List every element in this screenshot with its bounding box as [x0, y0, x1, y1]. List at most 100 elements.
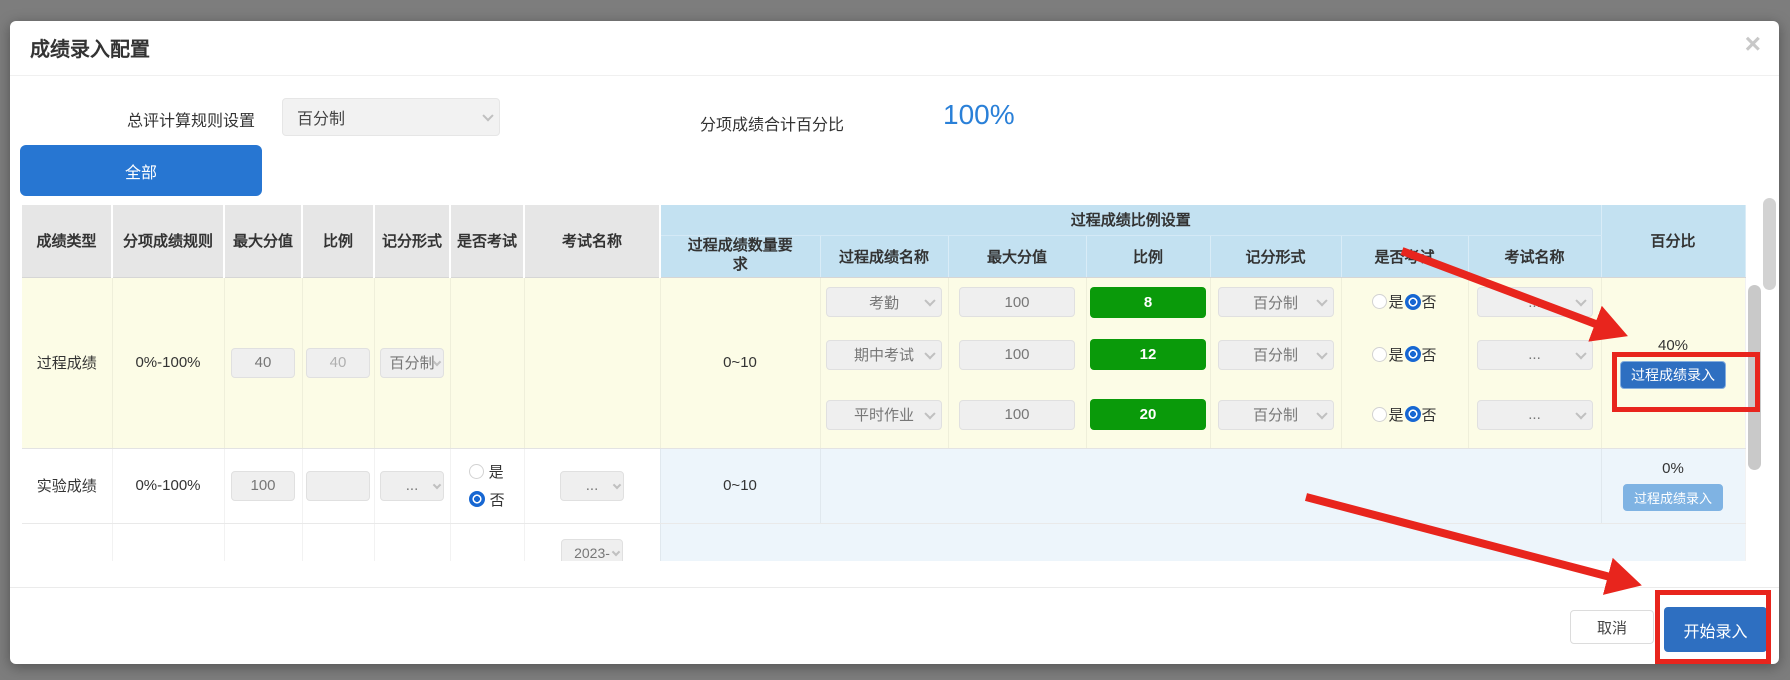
- process-grade-entry-button[interactable]: 过程成绩录入: [1623, 484, 1723, 511]
- chevron-down-icon: [1316, 348, 1327, 359]
- process-ratio-value[interactable]: 12: [1090, 339, 1206, 370]
- process-name-select[interactable]: 期中考试: [826, 340, 942, 370]
- process-max-input-wrap: [959, 400, 1075, 430]
- close-icon[interactable]: ×: [1745, 27, 1761, 61]
- grade-entry-config-dialog: 成绩录入配置 × 总评计算规则设置 百分制 分项成绩合计百分比 100% 全部 …: [10, 21, 1779, 664]
- process-name-select[interactable]: 平时作业: [826, 400, 942, 430]
- max-score-input[interactable]: [232, 354, 294, 371]
- process-grade-entry-button[interactable]: 过程成绩录入: [1620, 361, 1726, 389]
- chevron-down-icon: [924, 295, 935, 306]
- cancel-button[interactable]: 取消: [1570, 610, 1654, 644]
- process-exam-select[interactable]: ...: [1477, 400, 1593, 430]
- chevron-down-icon: [924, 408, 935, 419]
- process-max-input[interactable]: [960, 294, 1074, 311]
- radio-yes[interactable]: [469, 464, 484, 479]
- cell-process-is-exam: 是否: [1341, 327, 1468, 382]
- cell-process-name: 平时作业: [820, 382, 948, 448]
- percent-value: 0%: [1662, 460, 1684, 477]
- exam-name-select[interactable]: ...: [560, 471, 624, 501]
- header-percent: 百分比: [1601, 205, 1745, 277]
- cell-process-exam-name: ...: [1468, 382, 1601, 448]
- cell-score-form: ...: [374, 448, 450, 523]
- rule-setting-label: 总评计算规则设置: [127, 107, 255, 131]
- header-max-score: 最大分值: [224, 205, 302, 277]
- radio-yes[interactable]: [1372, 294, 1387, 309]
- header-ratio: 比例: [302, 205, 374, 277]
- chevron-down-icon: [1575, 348, 1586, 359]
- chevron-down-icon: [433, 480, 441, 488]
- cell-max-score: [224, 277, 302, 448]
- header-exam-name: 考试名称: [524, 205, 660, 277]
- dialog-title: 成绩录入配置: [30, 33, 150, 62]
- chevron-down-icon: [1575, 295, 1586, 306]
- cell-ratio: [302, 277, 374, 448]
- ratio-input[interactable]: [307, 477, 369, 494]
- process-name-select[interactable]: 考勤: [826, 287, 942, 317]
- header-process-ratio-group: 过程成绩比例设置: [660, 205, 1601, 235]
- exam-name-select[interactable]: 2023-: [561, 539, 623, 561]
- subheader-ratio: 比例: [1086, 235, 1210, 277]
- cell-process-exam-name: ...: [1468, 327, 1601, 382]
- cell-ratio: [302, 448, 374, 523]
- cell-max-score: [224, 448, 302, 523]
- cell-process-is-exam: 是否: [1341, 277, 1468, 327]
- cell-process-form: 百分制: [1210, 382, 1341, 448]
- start-entry-button[interactable]: 开始录入: [1664, 607, 1767, 652]
- radio-yes[interactable]: [1372, 407, 1387, 422]
- cell-process-max: [948, 382, 1086, 448]
- cell-grade-type: 过程成绩: [22, 277, 112, 448]
- chevron-down-icon: [1316, 408, 1327, 419]
- table-scrollbar-thumb[interactable]: [1748, 285, 1761, 470]
- sum-percent-label: 分项成绩合计百分比: [700, 111, 844, 135]
- dialog-scrollbar-thumb[interactable]: [1763, 198, 1776, 290]
- max-score-input-wrap: [231, 471, 295, 501]
- cell-process-form: 百分制: [1210, 327, 1341, 382]
- ratio-input[interactable]: [307, 354, 369, 371]
- cell-process-form: 百分制: [1210, 277, 1341, 327]
- subheader-exam-name: 考试名称: [1468, 235, 1601, 277]
- cell-process-ratio: 12: [1086, 327, 1210, 382]
- max-score-input[interactable]: [232, 477, 294, 494]
- cell-quantity: 0~10: [660, 448, 820, 523]
- header-is-exam: 是否考试: [450, 205, 524, 277]
- chevron-down-icon: [924, 348, 935, 359]
- rule-select[interactable]: 百分制: [282, 98, 500, 136]
- cell-process-exam-name: ...: [1468, 277, 1601, 327]
- radio-no-checked[interactable]: [1405, 406, 1421, 422]
- cell-is-exam-empty: [450, 277, 524, 448]
- subheader-score-form: 记分形式: [1210, 235, 1341, 277]
- score-form-select[interactable]: ...: [380, 471, 444, 501]
- cell-process-name: 考勤: [820, 277, 948, 327]
- cell-quantity: 0~10: [660, 277, 820, 448]
- ratio-input-wrap: [306, 471, 370, 501]
- process-ratio-value[interactable]: 8: [1090, 287, 1206, 318]
- score-form-select[interactable]: 百分制: [380, 348, 444, 378]
- cell-score-form: 百分制: [374, 277, 450, 448]
- all-tab-button[interactable]: 全部: [20, 145, 262, 196]
- cell-process-area-empty: [820, 448, 1601, 523]
- header-grade-type: 成绩类型: [22, 205, 112, 277]
- cell-process-max: [948, 277, 1086, 327]
- process-exam-select[interactable]: ...: [1477, 287, 1593, 317]
- process-form-select[interactable]: 百分制: [1218, 400, 1334, 430]
- rule-select-value: 百分制: [297, 105, 345, 129]
- header-score-form: 记分形式: [374, 205, 450, 277]
- grade-config-table: 成绩类型 分项成绩规则 最大分值 比例 记分形式 是否考试 考试名称 过程成绩比…: [22, 205, 1746, 561]
- cell-percent: 0% 过程成绩录入: [1601, 448, 1745, 523]
- subheader-max-score: 最大分值: [948, 235, 1086, 277]
- process-max-input[interactable]: [960, 406, 1074, 423]
- process-max-input[interactable]: [960, 346, 1074, 363]
- process-ratio-value[interactable]: 20: [1090, 399, 1206, 430]
- radio-yes[interactable]: [1372, 347, 1387, 362]
- process-form-select[interactable]: 百分制: [1218, 340, 1334, 370]
- process-form-select[interactable]: 百分制: [1218, 287, 1334, 317]
- radio-no-checked[interactable]: [1405, 294, 1421, 310]
- max-score-input-wrap: [231, 348, 295, 378]
- cell-is-exam: 是 否: [450, 448, 524, 523]
- cell-process-max: [948, 327, 1086, 382]
- radio-no-checked[interactable]: [1405, 346, 1421, 362]
- cell-exam-name: 2023-: [524, 523, 660, 561]
- cell-process-ratio: 8: [1086, 277, 1210, 327]
- radio-no-checked[interactable]: [469, 491, 485, 507]
- process-exam-select[interactable]: ...: [1477, 340, 1593, 370]
